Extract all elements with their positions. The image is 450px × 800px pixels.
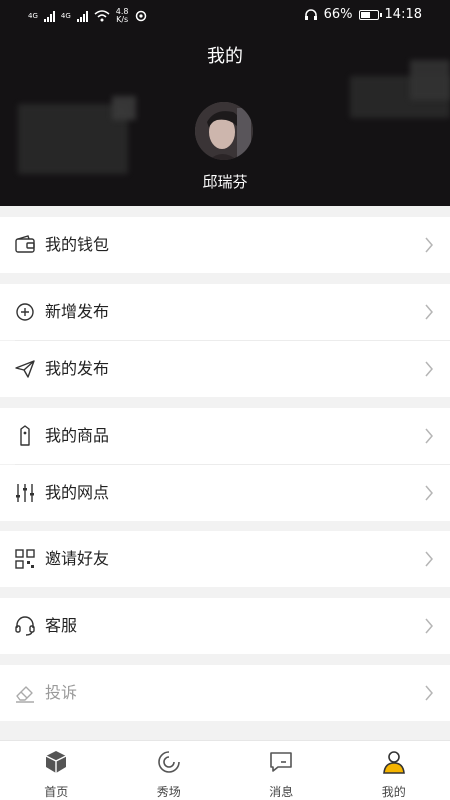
network-label: 4G bbox=[28, 12, 38, 20]
wallet-icon bbox=[15, 235, 35, 253]
menu-item-my-outlets[interactable]: 我的网点 bbox=[0, 465, 450, 521]
tab-label: 首页 bbox=[44, 785, 69, 799]
user-icon bbox=[382, 751, 405, 774]
sync-icon bbox=[135, 10, 146, 22]
network-speed: 4.8 K/s bbox=[115, 7, 129, 24]
chevron-right-icon bbox=[425, 485, 433, 501]
network-label: 4G bbox=[60, 12, 71, 20]
tab-label: 消息 bbox=[269, 785, 294, 799]
chevron-right-icon bbox=[425, 428, 433, 444]
battery-percent: 66% bbox=[323, 7, 353, 22]
qr-code-icon bbox=[15, 549, 35, 569]
tag-icon bbox=[20, 425, 30, 446]
avatar-image bbox=[195, 102, 253, 160]
menu-item-wallet[interactable]: 我的钱包 bbox=[0, 217, 450, 273]
headphones-icon bbox=[304, 8, 317, 20]
battery-icon bbox=[358, 9, 382, 20]
menu-item-complaint[interactable]: 投诉 bbox=[0, 665, 450, 721]
menu-label: 我的网点 bbox=[45, 483, 110, 502]
clock: 14:18 bbox=[384, 7, 422, 22]
menu-item-my-goods[interactable]: 我的商品 bbox=[0, 408, 450, 464]
menu-item-new-post[interactable]: 新增发布 bbox=[0, 284, 450, 340]
profile-header: 4G 4G 4.8 K/s 66% 14:18 我的 邱瑞芬 bbox=[0, 0, 450, 206]
menu-label: 客服 bbox=[45, 616, 78, 635]
paper-plane-icon bbox=[15, 360, 35, 378]
chevron-right-icon bbox=[425, 618, 433, 634]
tab-show[interactable]: 秀场 bbox=[113, 741, 226, 800]
blur-patch bbox=[112, 96, 136, 120]
wifi-icon bbox=[94, 10, 110, 22]
signal-icon bbox=[43, 10, 55, 22]
page-title: 我的 bbox=[207, 46, 243, 67]
menu-item-my-posts[interactable]: 我的发布 bbox=[0, 341, 450, 397]
menu-label: 我的发布 bbox=[45, 359, 110, 378]
menu-label: 我的钱包 bbox=[45, 235, 110, 254]
tab-home[interactable]: 首页 bbox=[0, 741, 113, 800]
menu-label: 投诉 bbox=[45, 683, 78, 702]
menu-item-invite[interactable]: 邀请好友 bbox=[0, 531, 450, 587]
username: 邱瑞芬 bbox=[202, 173, 248, 191]
menu-item-service[interactable]: 客服 bbox=[0, 598, 450, 654]
tab-label: 我的 bbox=[381, 785, 406, 799]
chevron-right-icon bbox=[425, 685, 433, 701]
sliders-icon bbox=[16, 484, 34, 502]
cube-icon bbox=[45, 751, 67, 773]
avatar[interactable] bbox=[195, 102, 253, 160]
spiral-icon bbox=[157, 751, 180, 773]
chevron-right-icon bbox=[425, 237, 433, 253]
bottom-tab-bar: 首页 秀场 消息 我的 bbox=[0, 740, 450, 800]
chevron-right-icon bbox=[425, 361, 433, 377]
tab-mine[interactable]: 我的 bbox=[338, 741, 450, 800]
add-circle-icon bbox=[16, 303, 34, 321]
chevron-right-icon bbox=[425, 551, 433, 567]
eraser-icon bbox=[16, 686, 34, 703]
tab-label: 秀场 bbox=[156, 785, 181, 799]
menu-label: 邀请好友 bbox=[45, 549, 110, 568]
headset-icon bbox=[15, 616, 35, 636]
signal-icon bbox=[76, 10, 88, 22]
menu-label: 新增发布 bbox=[45, 302, 110, 321]
menu-label: 我的商品 bbox=[45, 426, 110, 445]
chevron-right-icon bbox=[425, 304, 433, 320]
status-bar: 4G 4G 4.8 K/s 66% 14:18 bbox=[0, 0, 450, 30]
message-icon bbox=[270, 752, 293, 772]
tab-messages[interactable]: 消息 bbox=[225, 741, 338, 800]
